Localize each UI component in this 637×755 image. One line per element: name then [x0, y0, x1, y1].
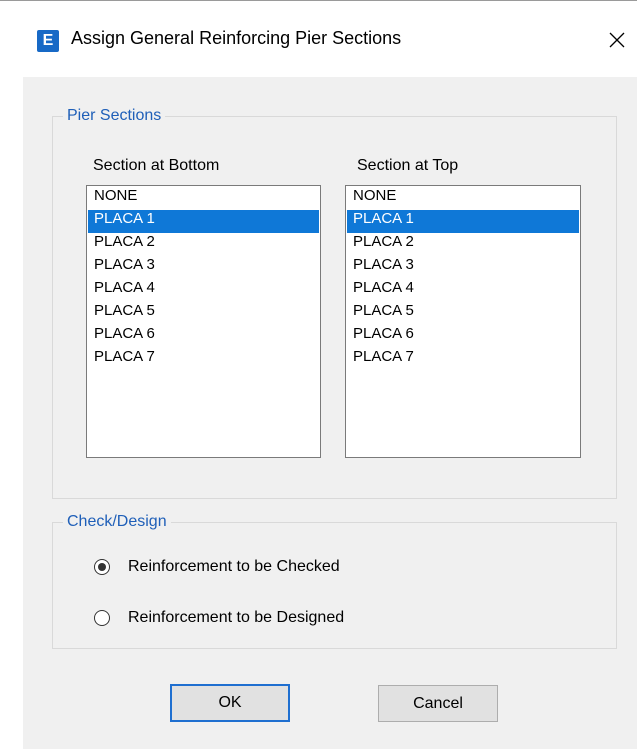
list-item[interactable]: PLACA 1 [347, 210, 579, 233]
ok-button[interactable]: OK [170, 684, 290, 722]
check-design-legend: Check/Design [67, 513, 167, 530]
radio-label-checked: Reinforcement to be Checked [128, 558, 340, 575]
radio-button-checked[interactable] [94, 559, 110, 575]
list-item[interactable]: PLACA 4 [88, 279, 319, 302]
check-design-group: Check/Design [52, 513, 617, 649]
list-item[interactable]: PLACA 6 [88, 325, 319, 348]
window-bottom-edge [0, 749, 637, 755]
section-at-bottom-label: Section at Bottom [93, 157, 220, 174]
radio-reinforcement-designed[interactable]: Reinforcement to be Designed [94, 609, 344, 627]
list-item[interactable]: PLACA 2 [347, 233, 579, 256]
list-item[interactable]: PLACA 3 [88, 256, 319, 279]
pier-sections-legend: Pier Sections [67, 107, 162, 124]
radio-label-designed: Reinforcement to be Designed [128, 609, 345, 626]
list-item[interactable]: PLACA 7 [88, 348, 319, 371]
section-at-top-label: Section at Top [357, 157, 459, 174]
window-title: Assign General Reinforcing Pier Sections [71, 28, 402, 48]
close-button[interactable] [600, 23, 634, 57]
title-bar[interactable]: E Assign General Reinforcing Pier Sectio… [0, 1, 637, 76]
etabs-app-icon: E [37, 30, 59, 52]
section-at-bottom-list[interactable]: NONE PLACA 1 PLACA 2 PLACA 3 PLACA 4 PLACA 5P… [86, 185, 321, 458]
dialog-body: Pier Sections Section at Bottom NONE PLAC… [23, 77, 637, 749]
radio-reinforcement-checked[interactable]: Reinforcement to be Checked [94, 558, 340, 576]
list-item[interactable]: PLACA 5 [88, 302, 319, 325]
cancel-button[interactable]: Cancel [378, 685, 498, 722]
list-item[interactable]: PLACA 6 [347, 325, 579, 348]
list-item[interactable]: PLACA 7 [347, 348, 579, 371]
section-at-top-list[interactable]: NONE PLACA 1 PLACA 2 PLACA 3 PLACA 4 PLACA 5P… [345, 185, 581, 458]
list-item[interactable]: PLACA 1 [88, 210, 319, 233]
list-item[interactable]: PLACA 3 [347, 256, 579, 279]
list-item[interactable]: NONE [347, 187, 579, 210]
radio-button-designed[interactable] [94, 610, 110, 626]
list-item[interactable]: PLACA 2 [88, 233, 319, 256]
list-item[interactable]: PLACA 5 [347, 302, 579, 325]
close-icon [609, 32, 625, 48]
assign-pier-sections-dialog: E Assign General Reinforcing Pier Sectio… [0, 0, 637, 755]
list-item[interactable]: PLACA 4 [347, 279, 579, 302]
list-item[interactable]: NONE [88, 187, 319, 210]
